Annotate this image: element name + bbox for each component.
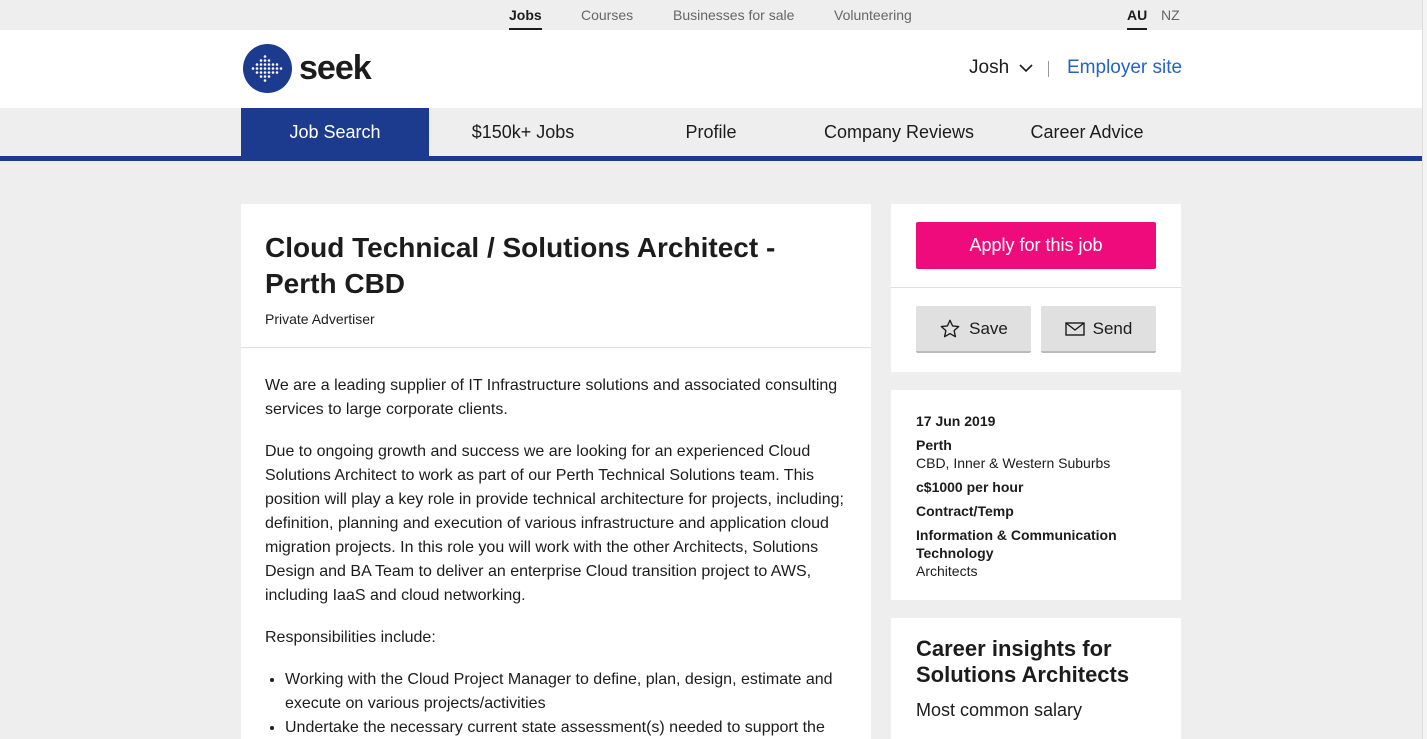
save-button[interactable]: Save: [916, 306, 1031, 353]
sub-classification[interactable]: Architects: [916, 563, 977, 579]
work-type: Contract/Temp: [916, 503, 1014, 519]
nav-company-reviews[interactable]: Company Reviews: [805, 108, 993, 156]
nav-150k-jobs[interactable]: $150k+ Jobs: [429, 108, 617, 156]
topbar-link-courses[interactable]: Courses: [581, 0, 633, 30]
insights-subtitle: Most common salary: [916, 700, 1083, 720]
topbar-link-businesses[interactable]: Businesses for sale: [673, 0, 794, 30]
nav-profile[interactable]: Profile: [617, 108, 805, 156]
chevron-down-icon: [1019, 64, 1033, 73]
topbar-link-volunteering[interactable]: Volunteering: [834, 0, 912, 30]
responsibilities-list: Working with the Cloud Project Manager t…: [285, 668, 850, 739]
region-nz[interactable]: NZ: [1161, 0, 1180, 30]
apply-card: Apply for this job Save Send: [891, 204, 1181, 372]
seek-logo[interactable]: seek: [243, 44, 372, 93]
job-description: We are a leading supplier of IT Infrastr…: [265, 374, 850, 739]
description-paragraph: Responsibilities include:: [265, 629, 436, 646]
nav-career-advice[interactable]: Career Advice: [993, 108, 1181, 156]
site-header: seek Josh Employer site: [0, 30, 1422, 108]
save-label: Save: [969, 318, 1008, 338]
description-paragraph: We are a leading supplier of IT Infrastr…: [265, 377, 838, 418]
classification-name[interactable]: Information & Communication Technology: [916, 527, 1117, 561]
header-divider: [1048, 61, 1049, 77]
list-item: Undertake the necessary current state as…: [285, 716, 850, 739]
job-meta-card: 17 Jun 2019 Perth CBD, Inner & Western S…: [891, 390, 1181, 600]
send-button[interactable]: Send: [1041, 306, 1156, 353]
envelope-icon: [1064, 321, 1085, 336]
top-utility-bar: Jobs Courses Businesses for sale Volunte…: [0, 0, 1422, 30]
location-name: Perth: [916, 437, 952, 453]
listing-date: 17 Jun 2019: [916, 413, 996, 429]
seek-logo-text: seek: [299, 49, 372, 87]
job-title: Cloud Technical / Solutions Architect - …: [265, 232, 776, 299]
region-au[interactable]: AU: [1127, 0, 1148, 30]
job-classification: Information & Communication Technology A…: [916, 526, 1156, 580]
topbar-link-jobs[interactable]: Jobs: [509, 0, 542, 30]
card-divider: [241, 347, 871, 348]
apply-button[interactable]: Apply for this job: [916, 222, 1156, 269]
nav-underline: [0, 156, 1422, 161]
job-salary: c$1000 per hour: [916, 479, 1024, 495]
star-icon: [940, 319, 960, 337]
description-paragraph: Due to ongoing growth and success we are…: [265, 443, 844, 604]
seek-logo-icon: [243, 44, 292, 93]
career-insights-card: Career insights for Solutions Architects…: [891, 618, 1181, 739]
insights-title: Career insights for Solutions Architects: [916, 636, 1130, 687]
user-menu[interactable]: Josh: [969, 57, 1033, 79]
send-label: Send: [1092, 318, 1133, 338]
apply-divider: [891, 287, 1181, 288]
job-details-card: Cloud Technical / Solutions Architect - …: [241, 204, 871, 739]
location-area: CBD, Inner & Western Suburbs: [916, 455, 1111, 471]
nav-job-search[interactable]: Job Search: [241, 108, 429, 161]
job-location: Perth CBD, Inner & Western Suburbs: [916, 436, 1156, 472]
employer-site-link[interactable]: Employer site: [1067, 57, 1182, 79]
list-item: Working with the Cloud Project Manager t…: [285, 668, 850, 716]
page-scrollbar[interactable]: [1422, 0, 1427, 739]
main-nav: Job Search $150k+ Jobs Profile Company R…: [0, 108, 1422, 161]
advertiser-name: Private Advertiser: [265, 311, 375, 327]
user-name: Josh: [969, 57, 1010, 78]
